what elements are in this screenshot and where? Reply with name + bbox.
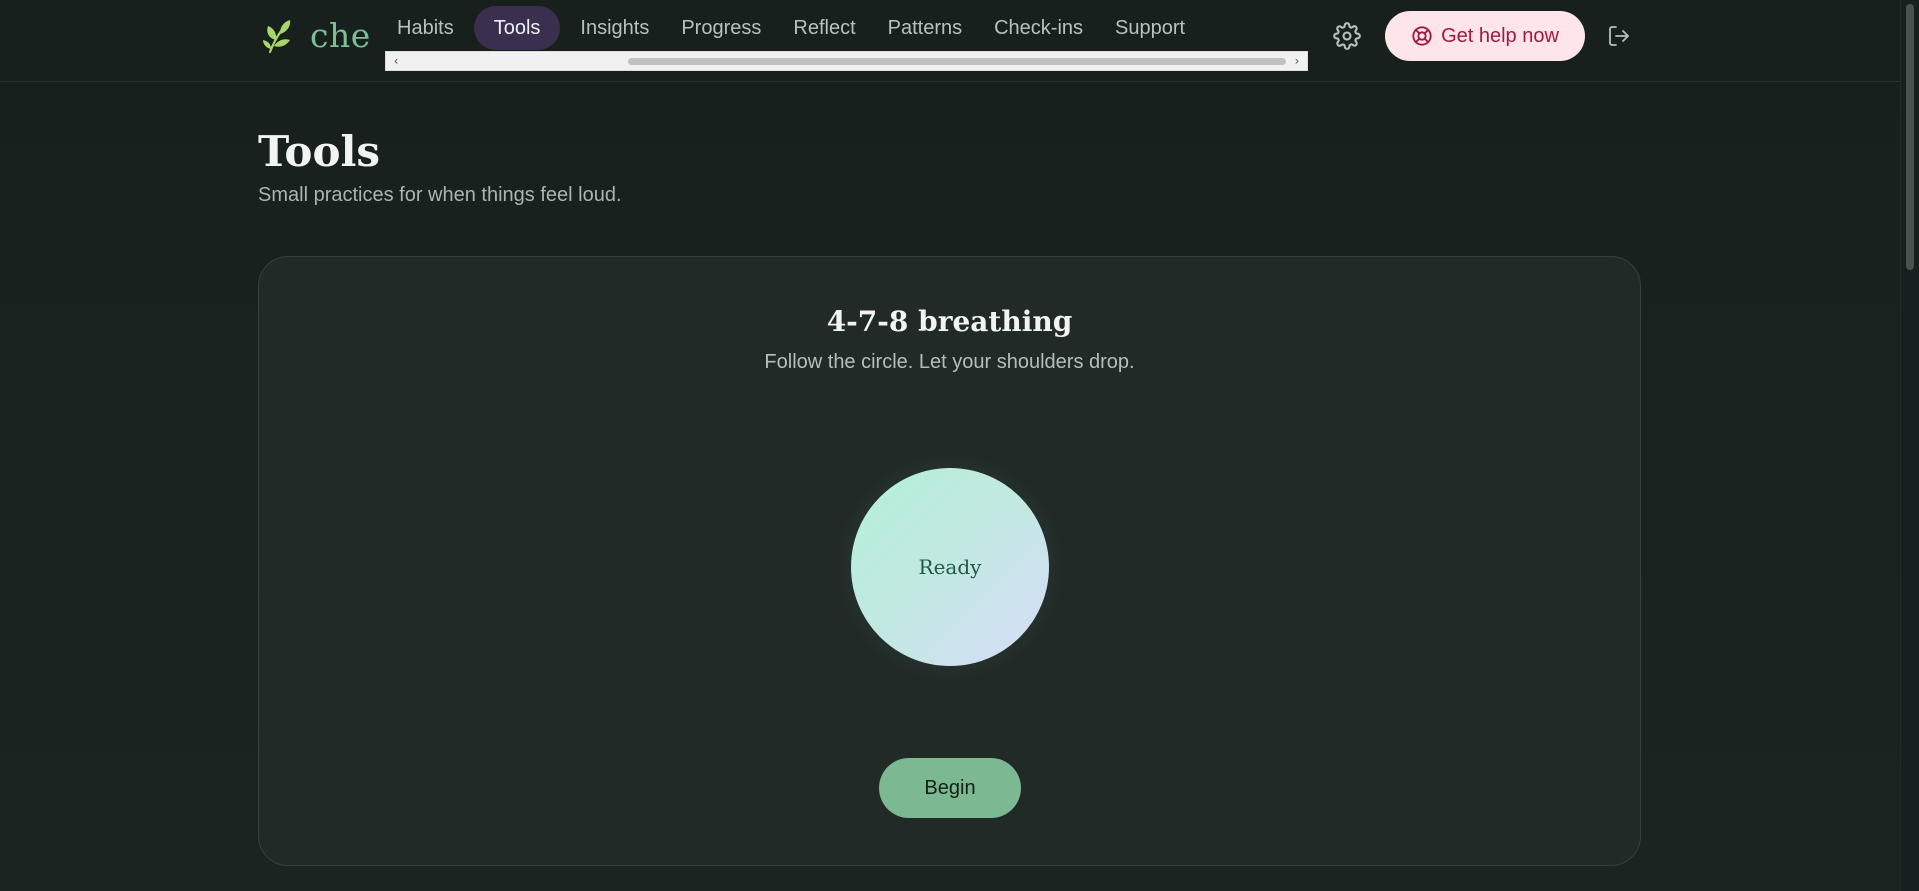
- nav-item-habits[interactable]: Habits: [385, 6, 466, 50]
- brand[interactable]: che: [262, 16, 371, 56]
- window-scrollbar-thumb[interactable]: [1906, 4, 1914, 270]
- top-header: che Habits Tools Insights Progress Refle…: [0, 0, 1900, 82]
- begin-button[interactable]: Begin: [879, 758, 1021, 818]
- nav-item-tools[interactable]: Tools: [473, 6, 561, 50]
- main-nav-container: Habits Tools Insights Progress Reflect P…: [385, 0, 1308, 72]
- scroll-right-arrow-icon[interactable]: ›: [1289, 52, 1305, 70]
- page-title: Tools: [258, 127, 381, 176]
- scroll-left-arrow-icon[interactable]: ‹: [388, 52, 404, 70]
- app-page: che Habits Tools Insights Progress Refle…: [0, 0, 1900, 891]
- breathing-circle: Ready: [851, 468, 1049, 666]
- window-vertical-scrollbar[interactable]: [1900, 0, 1919, 891]
- nav-item-check-ins[interactable]: Check-ins: [982, 6, 1095, 50]
- nav-horizontal-scrollbar[interactable]: ‹ ›: [385, 51, 1308, 71]
- nav-item-support[interactable]: Support: [1103, 6, 1197, 50]
- get-help-now-button[interactable]: Get help now: [1385, 11, 1585, 61]
- gear-icon[interactable]: [1333, 22, 1361, 50]
- get-help-now-label: Get help now: [1441, 24, 1559, 47]
- nav-scrollbar-thumb[interactable]: [628, 58, 1286, 65]
- breathing-exercise-card: 4-7-8 breathing Follow the circle. Let y…: [258, 256, 1641, 866]
- nav-item-progress[interactable]: Progress: [669, 6, 773, 50]
- main-nav: Habits Tools Insights Progress Reflect P…: [385, 6, 1205, 50]
- breathing-card-title: 4-7-8 breathing: [826, 305, 1073, 338]
- nav-item-insights[interactable]: Insights: [568, 6, 661, 50]
- lifebuoy-icon: [1412, 26, 1432, 46]
- breathing-phase-label: Ready: [918, 555, 982, 579]
- brand-wordmark: che: [310, 16, 371, 55]
- nav-item-patterns[interactable]: Patterns: [876, 6, 974, 50]
- nav-item-reflect[interactable]: Reflect: [781, 6, 867, 50]
- logout-icon[interactable]: [1607, 24, 1631, 48]
- page-subtitle: Small practices for when things feel lou…: [258, 184, 622, 206]
- leaf-icon: [263, 20, 291, 54]
- breathing-card-subtitle: Follow the circle. Let your shoulders dr…: [764, 351, 1135, 373]
